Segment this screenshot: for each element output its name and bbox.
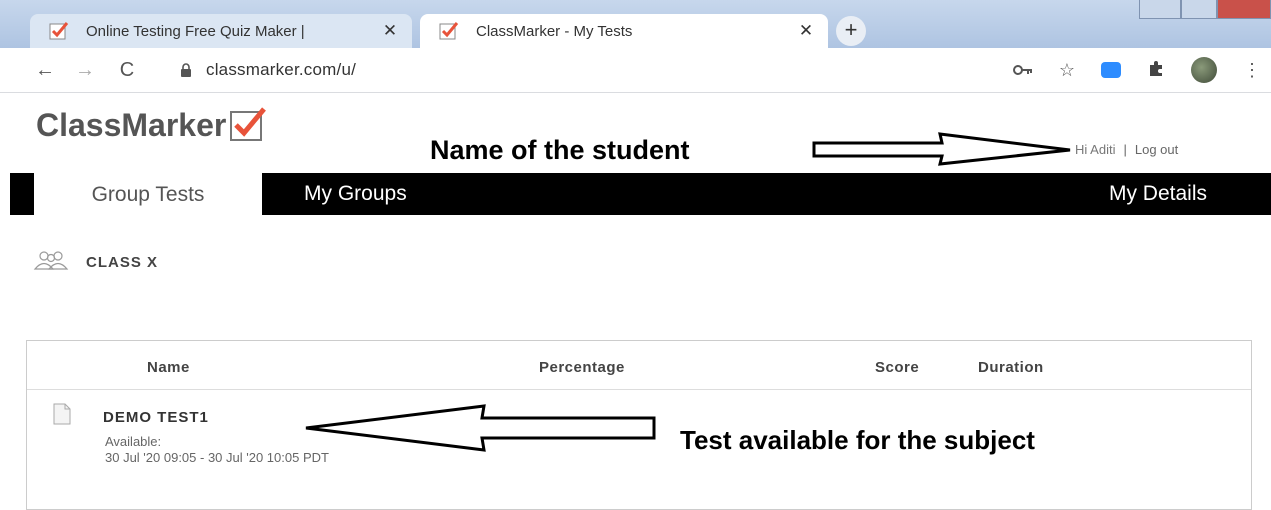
annotation-student-name: Name of the student bbox=[430, 135, 690, 165]
avatar[interactable] bbox=[1191, 57, 1217, 83]
back-icon[interactable]: ← bbox=[30, 59, 60, 82]
tab-title: Online Testing Free Quiz Maker | bbox=[86, 22, 305, 40]
close-tab-icon[interactable]: ✕ bbox=[380, 21, 400, 41]
classmarker-logo[interactable]: ClassMarker bbox=[36, 106, 267, 144]
new-tab-button[interactable]: + bbox=[836, 16, 866, 46]
reload-icon[interactable]: C bbox=[112, 59, 142, 82]
arrow-right-annotation bbox=[812, 132, 1071, 166]
browser-toolbar: ← → C classmarker.com/u/ ☆ ⋮ bbox=[0, 48, 1271, 93]
checkmark-icon bbox=[230, 106, 267, 141]
tab-online-testing[interactable]: Online Testing Free Quiz Maker | ✕ bbox=[30, 14, 412, 48]
group-icon bbox=[32, 249, 72, 276]
main-nav: Group Tests My Groups My Details bbox=[10, 171, 1271, 217]
address-bar[interactable]: classmarker.com/u/ bbox=[206, 60, 356, 80]
tab-group-tests[interactable]: Group Tests bbox=[34, 171, 262, 217]
availability-dates: 30 Jul '20 09:05 - 30 Jul '20 10:05 PDT bbox=[105, 450, 329, 465]
menu-icon[interactable]: ⋮ bbox=[1243, 60, 1261, 81]
logout-link[interactable]: Log out bbox=[1135, 142, 1178, 157]
forward-icon[interactable]: → bbox=[70, 59, 100, 82]
window-controls bbox=[1139, 0, 1271, 19]
document-icon bbox=[53, 403, 71, 425]
lock-icon[interactable] bbox=[180, 63, 192, 77]
separator: | bbox=[1123, 142, 1127, 157]
puzzle-icon[interactable] bbox=[1147, 59, 1165, 82]
column-header-score: Score bbox=[875, 359, 920, 376]
tab-classmarker-my-tests[interactable]: ClassMarker - My Tests ✕ bbox=[420, 14, 828, 48]
annotation-test-available: Test available for the subject bbox=[680, 425, 1035, 455]
group-heading: CLASS X bbox=[32, 249, 158, 276]
availability-label: Available: bbox=[105, 434, 162, 449]
close-tab-icon[interactable]: ✕ bbox=[796, 21, 816, 41]
minimize-button[interactable] bbox=[1139, 0, 1181, 19]
tab-my-details[interactable]: My Details bbox=[1109, 173, 1207, 215]
browser-tab-strip: Online Testing Free Quiz Maker | ✕ Class… bbox=[0, 0, 1271, 48]
maximize-button[interactable] bbox=[1181, 0, 1217, 19]
group-name: CLASS X bbox=[86, 254, 159, 271]
greeting-text: Hi Aditi bbox=[1075, 142, 1116, 157]
user-links: Hi Aditi | Log out bbox=[1075, 142, 1178, 157]
test-name-link[interactable]: DEMO TEST1 bbox=[103, 409, 209, 426]
tab-my-groups[interactable]: My Groups bbox=[304, 173, 407, 215]
star-icon[interactable]: ☆ bbox=[1059, 60, 1075, 81]
classmarker-favicon-icon bbox=[48, 20, 70, 42]
key-icon[interactable] bbox=[1012, 60, 1033, 81]
logo-text: ClassMarker bbox=[36, 107, 227, 143]
header-divider bbox=[27, 389, 1251, 390]
close-window-button[interactable] bbox=[1217, 0, 1271, 19]
arrow-left-annotation bbox=[305, 404, 656, 452]
column-header-name: Name bbox=[147, 359, 190, 376]
column-header-duration: Duration bbox=[978, 359, 1044, 376]
tab-title: ClassMarker - My Tests bbox=[476, 22, 633, 40]
column-header-percentage: Percentage bbox=[539, 359, 625, 376]
classmarker-favicon-icon bbox=[438, 20, 460, 42]
zoom-extension-icon[interactable] bbox=[1101, 62, 1121, 78]
